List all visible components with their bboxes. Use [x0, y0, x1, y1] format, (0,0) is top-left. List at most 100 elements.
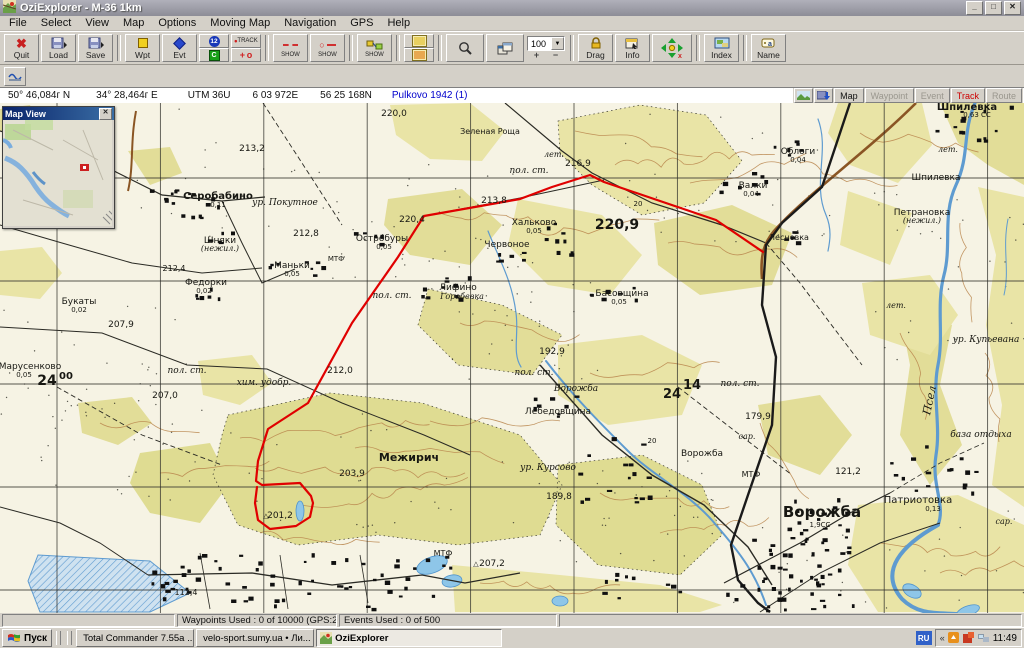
- map-label: МТФ: [434, 549, 453, 558]
- toolbar-separator: [438, 35, 442, 61]
- index-button[interactable]: Index: [704, 34, 739, 62]
- terrain-dot: [148, 367, 149, 368]
- tray-chevron[interactable]: «: [940, 633, 945, 643]
- terrain-dot: [395, 276, 396, 277]
- info-button[interactable]: Info: [615, 34, 650, 62]
- terrain-dot: [434, 501, 435, 502]
- close-button[interactable]: ✕: [1004, 1, 1021, 15]
- menu-help[interactable]: Help: [380, 17, 417, 29]
- mode-waypoint-button[interactable]: Waypoint: [865, 88, 914, 103]
- projection-button[interactable]: [4, 67, 26, 86]
- building: [341, 585, 344, 588]
- mode-track-button[interactable]: Track: [951, 88, 985, 103]
- comment-button[interactable]: C: [199, 48, 229, 62]
- event-button[interactable]: Evt: [162, 34, 197, 62]
- load-button[interactable]: Load: [41, 34, 76, 62]
- start-button[interactable]: Пуск: [2, 629, 52, 647]
- building: [269, 266, 272, 269]
- map-label: 212,4: [163, 264, 186, 273]
- name-button[interactable]: a Name: [751, 34, 786, 62]
- quit-button[interactable]: ✖ Quit: [4, 34, 39, 62]
- map-view-titlebar[interactable]: Map View ✕: [3, 107, 114, 120]
- building: [202, 554, 207, 558]
- zoom-in-button[interactable]: +: [534, 51, 539, 60]
- building: [534, 398, 538, 402]
- topographic-map[interactable]: Голубовка0,49СССеробабино0,11ур. Покутно…: [0, 103, 1024, 613]
- events-used-status: Events Used : 0 of 500: [339, 614, 557, 627]
- terrain-dot: [319, 172, 320, 173]
- terrain-dot: [276, 444, 277, 445]
- minimize-button[interactable]: _: [966, 1, 983, 15]
- menu-view[interactable]: View: [78, 17, 116, 29]
- zoom-out-button[interactable]: −: [553, 51, 558, 60]
- task-oziexplorer[interactable]: OziExplorer: [316, 629, 502, 647]
- building: [299, 581, 302, 586]
- map-image-button[interactable]: [794, 88, 813, 103]
- building: [825, 549, 829, 552]
- terrain-dot: [230, 432, 231, 433]
- zoom-tool-button[interactable]: [446, 34, 484, 62]
- track2-show-button[interactable]: ○ SHOW: [310, 34, 345, 62]
- menu-gps[interactable]: GPS: [343, 17, 380, 29]
- drag-button[interactable]: Drag: [578, 34, 613, 62]
- menu-moving-map[interactable]: Moving Map: [203, 17, 277, 29]
- route-show-button[interactable]: SHOW: [357, 34, 392, 62]
- terrain-dot: [669, 490, 670, 491]
- building: [311, 580, 314, 583]
- menu-select[interactable]: Select: [34, 17, 79, 29]
- building: [810, 576, 813, 580]
- terrain-dot: [1008, 510, 1009, 511]
- track-point-button[interactable]: + o: [231, 48, 261, 62]
- mode-route-button[interactable]: Route: [986, 88, 1022, 103]
- building: [449, 567, 452, 570]
- track-show-button[interactable]: SHOW: [273, 34, 308, 62]
- zoom-select[interactable]: 100 ▼: [527, 36, 565, 51]
- clock[interactable]: 11:49: [993, 633, 1017, 644]
- terrain-dot: [1011, 322, 1012, 323]
- save-button[interactable]: Save: [78, 34, 113, 62]
- terrain-dot: [150, 385, 151, 386]
- map-points-button[interactable]: 12: [199, 34, 229, 48]
- map-canvas[interactable]: Голубовка0,49СССеробабино0,11ур. Покутно…: [0, 103, 1024, 613]
- building: [752, 172, 757, 175]
- menu-navigation[interactable]: Navigation: [277, 17, 343, 29]
- map-overlay-button[interactable]: [404, 34, 434, 48]
- tray-network-icon[interactable]: [978, 632, 990, 644]
- map-label: 0,05: [16, 371, 32, 379]
- terrain-dot: [128, 476, 129, 477]
- overview-map[interactable]: [3, 120, 112, 226]
- menu-bar: File Select View Map Options Moving Map …: [0, 16, 1024, 31]
- terrain-dot: [948, 288, 949, 289]
- terrain-dot: [531, 291, 532, 292]
- menu-file[interactable]: File: [2, 17, 34, 29]
- terrain-dot: [167, 479, 168, 480]
- terrain-dot: [680, 506, 681, 507]
- mode-map-button[interactable]: Map: [834, 88, 864, 103]
- track-add-button[interactable]: •TRACK: [231, 34, 261, 48]
- task-total-commander[interactable]: Total Commander 7.55a ...: [76, 629, 194, 647]
- terrain-dot: [687, 460, 688, 461]
- terrain-dot: [608, 517, 609, 518]
- maximize-button[interactable]: □: [985, 1, 1002, 15]
- map-label: лет.: [886, 301, 906, 310]
- quit-icon: ✖: [16, 37, 27, 50]
- menu-map[interactable]: Map: [116, 17, 151, 29]
- tray-app-icon[interactable]: [948, 632, 960, 644]
- map-overlay2-button[interactable]: [404, 48, 434, 62]
- waypoint-button[interactable]: Wpt: [125, 34, 160, 62]
- menu-options[interactable]: Options: [151, 17, 203, 29]
- building: [647, 477, 652, 480]
- tray-alert-icon[interactable]: [963, 632, 975, 644]
- mode-event-button[interactable]: Event: [915, 88, 950, 103]
- save-position-button[interactable]: [814, 88, 833, 103]
- terrain-dot: [778, 572, 779, 573]
- chevron-down-icon[interactable]: ▼: [551, 37, 564, 50]
- task-browser[interactable]: velo-sport.sumy.ua • Ли...: [196, 629, 314, 647]
- building: [555, 239, 559, 243]
- map-window-button[interactable]: [486, 34, 524, 62]
- map-view-close-icon[interactable]: ✕: [99, 108, 112, 120]
- language-indicator[interactable]: RU: [916, 631, 932, 645]
- terrain-dot: [204, 167, 205, 168]
- map-view-panel[interactable]: Map View ✕: [2, 106, 115, 229]
- pan-arrows-button[interactable]: x: [652, 34, 692, 62]
